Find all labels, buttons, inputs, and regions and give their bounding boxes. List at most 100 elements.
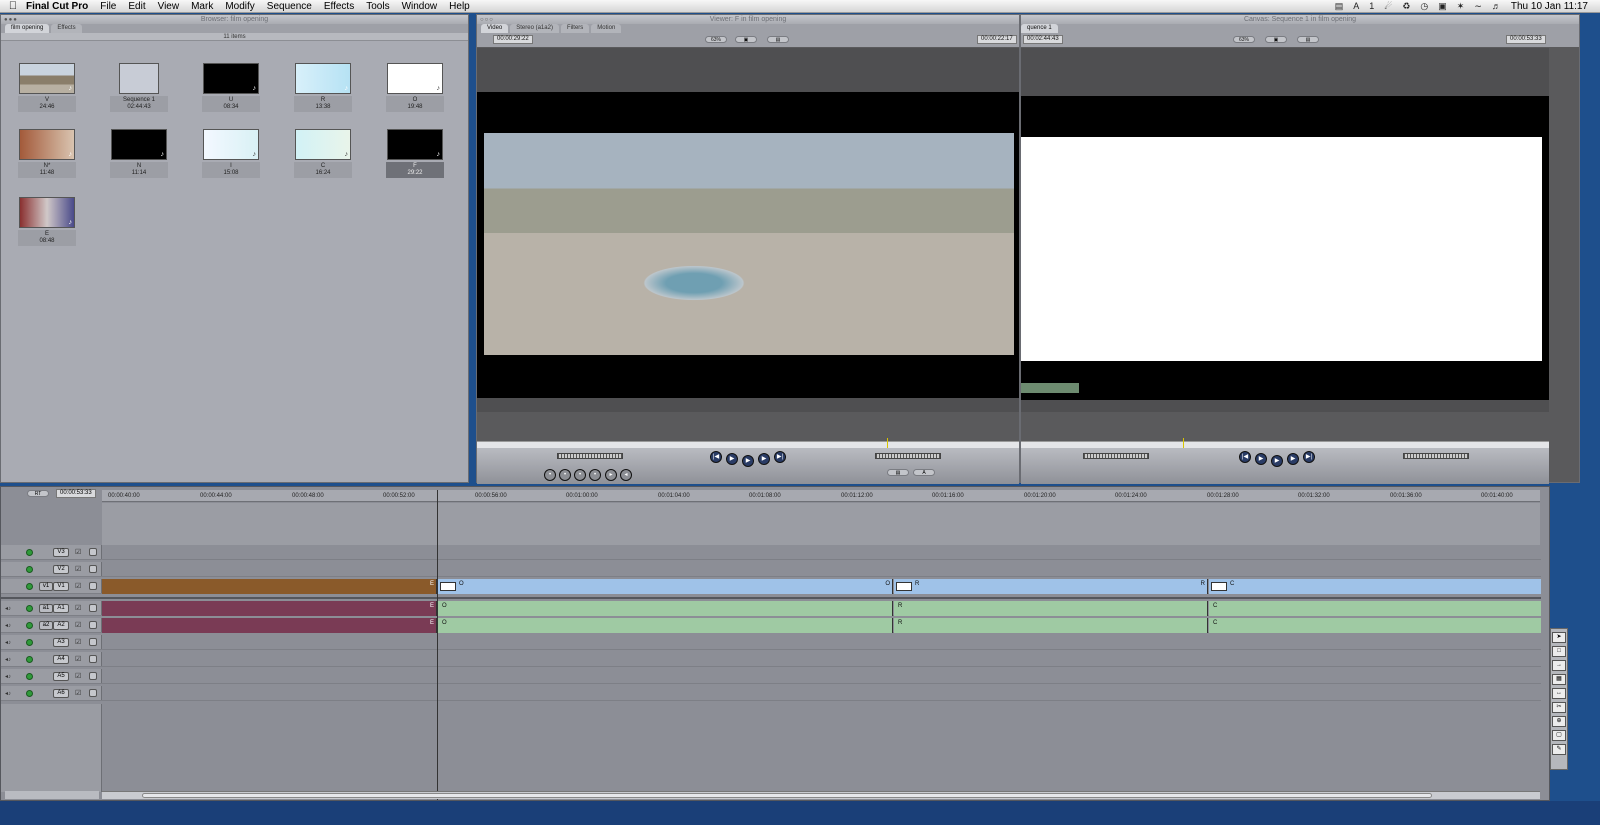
- viewer-playhead[interactable]: [887, 438, 888, 448]
- menu-edit[interactable]: Edit: [128, 1, 145, 12]
- clip-o[interactable]: ♪ O 19:48: [386, 63, 444, 112]
- add-marker-button[interactable]: •: [589, 469, 601, 481]
- lock-icon[interactable]: ☑: [75, 655, 81, 663]
- audio-clip-o[interactable]: O: [438, 601, 893, 616]
- audio-controls-icon[interactable]: ◂♪: [5, 605, 11, 612]
- audio-controls-icon[interactable]: ◂♪: [5, 673, 11, 680]
- headphones-icon[interactable]: ☄: [1384, 1, 1392, 12]
- mark-in-button[interactable]: ▸: [605, 469, 617, 481]
- rt-popup[interactable]: RT: [27, 490, 49, 497]
- menu-window[interactable]: Window: [402, 1, 438, 12]
- track-visibility-icon[interactable]: [26, 690, 33, 697]
- menu-tools[interactable]: Tools: [366, 1, 389, 12]
- view-options-popup[interactable]: ▣: [735, 36, 757, 43]
- generators-popup[interactable]: A: [913, 469, 935, 476]
- video-clip-r[interactable]: RR: [894, 579, 1208, 594]
- track-visibility-icon[interactable]: [26, 622, 33, 629]
- viewer-titlebar[interactable]: ○○○ Viewer: F in film opening: [477, 15, 1019, 24]
- next-edit-button[interactable]: ▶|: [774, 451, 786, 463]
- roll-tool-icon[interactable]: ▦: [1552, 674, 1566, 685]
- tab-stereo[interactable]: Stereo (a1a2): [510, 24, 559, 33]
- script-icon[interactable]: ▤: [1335, 1, 1344, 12]
- zoom-tool-icon[interactable]: ⊕: [1552, 716, 1566, 727]
- clip-u[interactable]: ♪ U 08:34: [202, 63, 260, 112]
- lock-icon[interactable]: ☑: [75, 582, 81, 590]
- play-around-button[interactable]: ▶: [758, 453, 770, 465]
- scroll-thumb[interactable]: [142, 793, 1432, 798]
- track-visibility-icon[interactable]: [26, 639, 33, 646]
- tab-effects[interactable]: Effects: [51, 24, 82, 33]
- auto-select-icon[interactable]: [89, 565, 97, 573]
- sync-icon[interactable]: ♻: [1402, 1, 1410, 12]
- track-name[interactable]: A3: [53, 638, 69, 647]
- track-visibility-icon[interactable]: [26, 673, 33, 680]
- track-name[interactable]: V2: [53, 565, 69, 574]
- viewer-duration-timecode[interactable]: 00:00:29:22: [493, 35, 533, 44]
- track-visibility-icon[interactable]: [26, 549, 33, 556]
- track-name[interactable]: A6: [53, 689, 69, 698]
- canvas-jog[interactable]: [1403, 453, 1469, 459]
- pen-tool-icon[interactable]: ✎: [1552, 744, 1566, 755]
- adobe-icon[interactable]: A: [1353, 1, 1359, 11]
- track-select-tool-icon[interactable]: →: [1552, 660, 1566, 671]
- timeline-timecode[interactable]: 00:00:53:33: [56, 489, 96, 498]
- canvas-titlebar[interactable]: Canvas: Sequence 1 in film opening: [1021, 15, 1579, 24]
- menu-file[interactable]: File: [100, 1, 116, 12]
- bluetooth-icon[interactable]: ✶: [1457, 1, 1465, 12]
- auto-select-icon[interactable]: [89, 621, 97, 629]
- lock-icon[interactable]: ☑: [75, 672, 81, 680]
- auto-select-icon[interactable]: [89, 689, 97, 697]
- timeline-ruler[interactable]: 00:00:40:00 00:00:44:00 00:00:48:00 00:0…: [102, 490, 1540, 502]
- source-patch[interactable]: v1: [39, 582, 53, 591]
- viewer-zoom-popup[interactable]: 63%: [705, 36, 727, 43]
- mark-out-button[interactable]: ◂: [620, 469, 632, 481]
- play-in-out-button[interactable]: ▶: [726, 453, 738, 465]
- menu-view[interactable]: View: [158, 1, 180, 12]
- menu-modify[interactable]: Modify: [225, 1, 254, 12]
- lock-icon[interactable]: ☑: [75, 621, 81, 629]
- wifi-icon[interactable]: ∼: [1474, 1, 1482, 12]
- clip-n-star[interactable]: ♪ N* 11:48: [18, 129, 76, 178]
- audio-clip-o[interactable]: O: [438, 618, 893, 633]
- timeline-scrollbar[interactable]: [102, 791, 1540, 799]
- track-name[interactable]: A2: [53, 621, 69, 630]
- canvas-play-in-out-button[interactable]: ▶: [1255, 453, 1267, 465]
- browser-titlebar[interactable]: ●●● Browser: film opening: [1, 15, 468, 24]
- video-clip-e[interactable]: E: [102, 579, 437, 594]
- canvas-next-edit-button[interactable]: ▶|: [1303, 451, 1315, 463]
- canvas-display-popup[interactable]: ▤: [1297, 36, 1319, 43]
- lock-icon[interactable]: ☑: [75, 565, 81, 573]
- timeline-playhead[interactable]: [437, 490, 438, 800]
- canvas-shuttle[interactable]: [1083, 453, 1149, 459]
- recent-clips-popup[interactable]: ▤: [887, 469, 909, 476]
- crop-tool-icon[interactable]: ▢: [1552, 730, 1566, 741]
- auto-select-icon[interactable]: [89, 548, 97, 556]
- audio-controls-icon[interactable]: ◂♪: [5, 656, 11, 663]
- track-name[interactable]: V1: [53, 582, 69, 591]
- window-controls-icon[interactable]: ●●●: [4, 16, 18, 25]
- clip-r[interactable]: ♪ R 13:38: [294, 63, 352, 112]
- lock-icon[interactable]: ☑: [75, 548, 81, 556]
- track-name[interactable]: A5: [53, 672, 69, 681]
- auto-select-icon[interactable]: [89, 582, 97, 590]
- canvas-current-timecode[interactable]: 00:00:53:33: [1506, 35, 1546, 44]
- auto-select-icon[interactable]: [89, 604, 97, 612]
- match-frame-button[interactable]: •: [544, 469, 556, 481]
- add-keyframe-button[interactable]: •: [574, 469, 586, 481]
- audio-clip-e[interactable]: E: [102, 601, 437, 616]
- track-visibility-icon[interactable]: [26, 583, 33, 590]
- clip-n[interactable]: ♪ N 11:14: [110, 129, 168, 178]
- razor-tool-icon[interactable]: ✂: [1552, 702, 1566, 713]
- track-visibility-icon[interactable]: [26, 656, 33, 663]
- play-button[interactable]: ▶: [742, 455, 754, 467]
- clip-c[interactable]: ♪ C 16:24: [294, 129, 352, 178]
- audio-clip-c[interactable]: C: [1209, 601, 1541, 616]
- clip-e[interactable]: ♪ E 08:48: [18, 197, 76, 246]
- audio-clip-r[interactable]: R: [894, 618, 1208, 633]
- slip-tool-icon[interactable]: ↔: [1552, 688, 1566, 699]
- apple-menu-icon[interactable]: : [0, 0, 26, 12]
- audio-clip-r[interactable]: R: [894, 601, 1208, 616]
- selection-tool-icon[interactable]: ➤: [1552, 632, 1566, 643]
- auto-select-icon[interactable]: [89, 638, 97, 646]
- canvas-prev-edit-button[interactable]: |◀: [1239, 451, 1251, 463]
